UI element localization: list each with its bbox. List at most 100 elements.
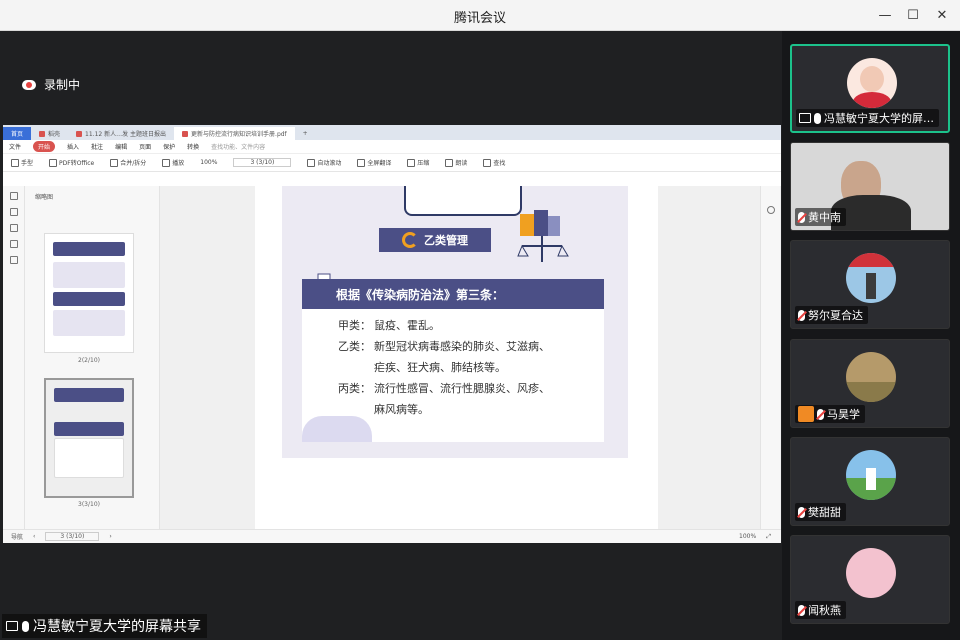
class-key: 丙类： xyxy=(338,382,371,395)
zoom-select[interactable]: 100% xyxy=(200,159,217,166)
participant-tile[interactable]: 樊甜甜 xyxy=(790,437,950,526)
participant-tile[interactable]: 冯慧敏宁夏大学的屏… xyxy=(790,44,950,133)
tool-label: PDF转Office xyxy=(59,160,95,167)
user-avatar-icon xyxy=(798,406,814,422)
menu-page[interactable]: 页面 xyxy=(139,142,151,151)
find-button[interactable]: 查找 xyxy=(483,158,505,167)
merge-split-button[interactable]: 合并/拆分 xyxy=(110,158,146,167)
participant-name-tag: 闻秋燕 xyxy=(795,601,846,619)
slide-tag-text: 乙类管理 xyxy=(424,234,468,247)
share-caption-text: 冯慧敏宁夏大学的屏幕共享 xyxy=(33,619,201,635)
menu-convert[interactable]: 转换 xyxy=(187,142,199,151)
nav-button[interactable]: 导航 xyxy=(11,532,23,541)
recording-indicator[interactable]: 录制中 xyxy=(22,76,80,93)
zoom-in-icon[interactable] xyxy=(766,206,775,214)
merge-icon xyxy=(110,158,119,167)
tool-label: 自动滚动 xyxy=(317,160,342,167)
participant-tile[interactable]: 努尔夏合达 xyxy=(790,240,950,329)
tool-label: 合并/拆分 xyxy=(120,160,147,167)
hand-tool-button[interactable]: 手型 xyxy=(11,158,33,167)
pdf-tab-strip: 首页 稻壳 11.12 新人…发 主题班日报出 更新与防控流行病知识培训手册.p… xyxy=(3,125,781,140)
compress-button[interactable]: 压缩 xyxy=(407,158,429,167)
pdf-toolbar: 手型 PDF转Office 合并/拆分 播放 100% 3 (3/10) 自动滚… xyxy=(3,154,781,172)
play-button[interactable]: 播放 xyxy=(162,158,184,167)
menu-file[interactable]: 文件 xyxy=(9,142,21,151)
auto-scroll-button[interactable]: 自动滚动 xyxy=(307,158,341,167)
mic-muted-icon xyxy=(798,604,805,616)
thumbnail-label: 2(2/10) xyxy=(78,357,100,364)
avatar xyxy=(846,352,896,402)
tab-label: 首页 xyxy=(11,131,24,138)
fullscreen-icon[interactable]: ⤢ xyxy=(766,533,771,541)
avatar xyxy=(847,58,897,108)
maximize-icon[interactable]: ☐ xyxy=(904,7,922,25)
class-c-row: 丙类： 流行性感冒、流行性腮腺炎、风疹、 xyxy=(338,378,550,399)
thumbnail-panel: 缩略图 2(2/10) 3(3/10) xyxy=(25,186,160,529)
menu-annotate[interactable]: 批注 xyxy=(91,142,103,151)
search-icon xyxy=(483,158,492,167)
next-page-icon[interactable]: › xyxy=(109,533,111,540)
avatar-clothes xyxy=(853,92,891,108)
thumbnail-page-2[interactable]: 2(2/10) xyxy=(44,233,134,364)
prev-page-icon[interactable]: ‹ xyxy=(33,533,35,540)
tab-daoke[interactable]: 稻壳 xyxy=(31,127,68,140)
mic-icon xyxy=(814,112,821,124)
comment-icon[interactable] xyxy=(9,224,18,232)
thumb-banner xyxy=(54,422,124,436)
thumbnail-icon[interactable] xyxy=(9,208,18,216)
mic-muted-icon xyxy=(798,506,805,518)
books-scale-icon xyxy=(517,210,569,262)
tab-pdf[interactable]: 更新与防控流行病知识培训手册.pdf xyxy=(174,127,295,140)
status-page-input[interactable]: 3 (3/10) xyxy=(45,532,100,541)
thumb-block xyxy=(53,262,125,288)
read-aloud-button[interactable]: 朗读 xyxy=(445,158,467,167)
page-indicator-input[interactable]: 3 (3/10) xyxy=(233,158,292,167)
participant-tile[interactable]: 黄中南 xyxy=(790,142,950,231)
pdf-status-bar: 导航 ‹ 3 (3/10) › 100% ⤢ xyxy=(3,529,781,543)
recording-label: 录制中 xyxy=(44,78,81,92)
participant-name-tag: 黄中南 xyxy=(795,208,846,226)
thumbnail-page-3[interactable]: 3(3/10) xyxy=(44,378,134,508)
tab-home[interactable]: 首页 xyxy=(3,127,32,140)
play-icon xyxy=(162,158,171,167)
status-zoom[interactable]: 100% xyxy=(739,533,756,540)
minimize-icon[interactable]: — xyxy=(876,7,894,25)
new-tab-button[interactable]: + xyxy=(295,127,316,140)
signature-icon[interactable] xyxy=(9,256,18,264)
shared-pdf-window[interactable]: 首页 稻壳 11.12 新人…发 主题班日报出 更新与防控流行病知识培训手册.p… xyxy=(3,125,781,543)
page-view[interactable]: 乙类管理 根据《传染病防治法》第三条： 甲类： 鼠疫、霍乱。 乙类： 新型冠状病… xyxy=(160,186,780,529)
participant-name-tag: 马昊学 xyxy=(795,405,865,423)
menu-insert[interactable]: 插入 xyxy=(67,142,79,151)
avatar xyxy=(846,450,896,500)
translate-button[interactable]: 全屏翻译 xyxy=(357,158,391,167)
pdf-icon xyxy=(182,130,189,137)
bookmark-icon[interactable] xyxy=(9,192,18,200)
scroll-icon xyxy=(307,158,316,167)
right-tool-rail xyxy=(760,186,780,529)
avatar-person xyxy=(866,273,876,299)
thumb-block xyxy=(53,310,125,336)
menu-protect[interactable]: 保护 xyxy=(163,142,175,151)
close-icon[interactable]: ✕ xyxy=(933,7,951,25)
attachment-icon[interactable] xyxy=(9,240,18,248)
slide-tag: 乙类管理 xyxy=(379,228,491,252)
menu-edit[interactable]: 编辑 xyxy=(115,142,127,151)
participant-name: 冯慧敏宁夏大学的屏… xyxy=(824,112,934,125)
avatar-person xyxy=(866,468,876,490)
avatar xyxy=(846,253,896,303)
translate-icon xyxy=(357,158,366,167)
title-bar: 腾讯会议 — ☐ ✕ xyxy=(0,0,960,31)
pdf-to-office-button[interactable]: PDF转Office xyxy=(49,158,94,167)
avatar xyxy=(846,548,896,598)
tool-label: 播放 xyxy=(172,160,185,167)
thumb-block xyxy=(54,438,124,478)
tool-label: 朗读 xyxy=(455,160,468,167)
participant-tile[interactable]: 闻秋燕 xyxy=(790,535,950,624)
class-b-row: 乙类： 新型冠状病毒感染的肺炎、艾滋病、 xyxy=(338,336,550,357)
menu-start[interactable]: 开始 xyxy=(33,141,56,152)
pdf-search-input[interactable]: 查找功能、文件内容 xyxy=(211,142,265,151)
tool-label: 全屏翻译 xyxy=(367,160,392,167)
slide-heading: 根据《传染病防治法》第三条： xyxy=(302,279,604,309)
participant-tile[interactable]: 马昊学 xyxy=(790,339,950,428)
tab-daily[interactable]: 11.12 新人…发 主题班日报出 xyxy=(68,127,174,140)
